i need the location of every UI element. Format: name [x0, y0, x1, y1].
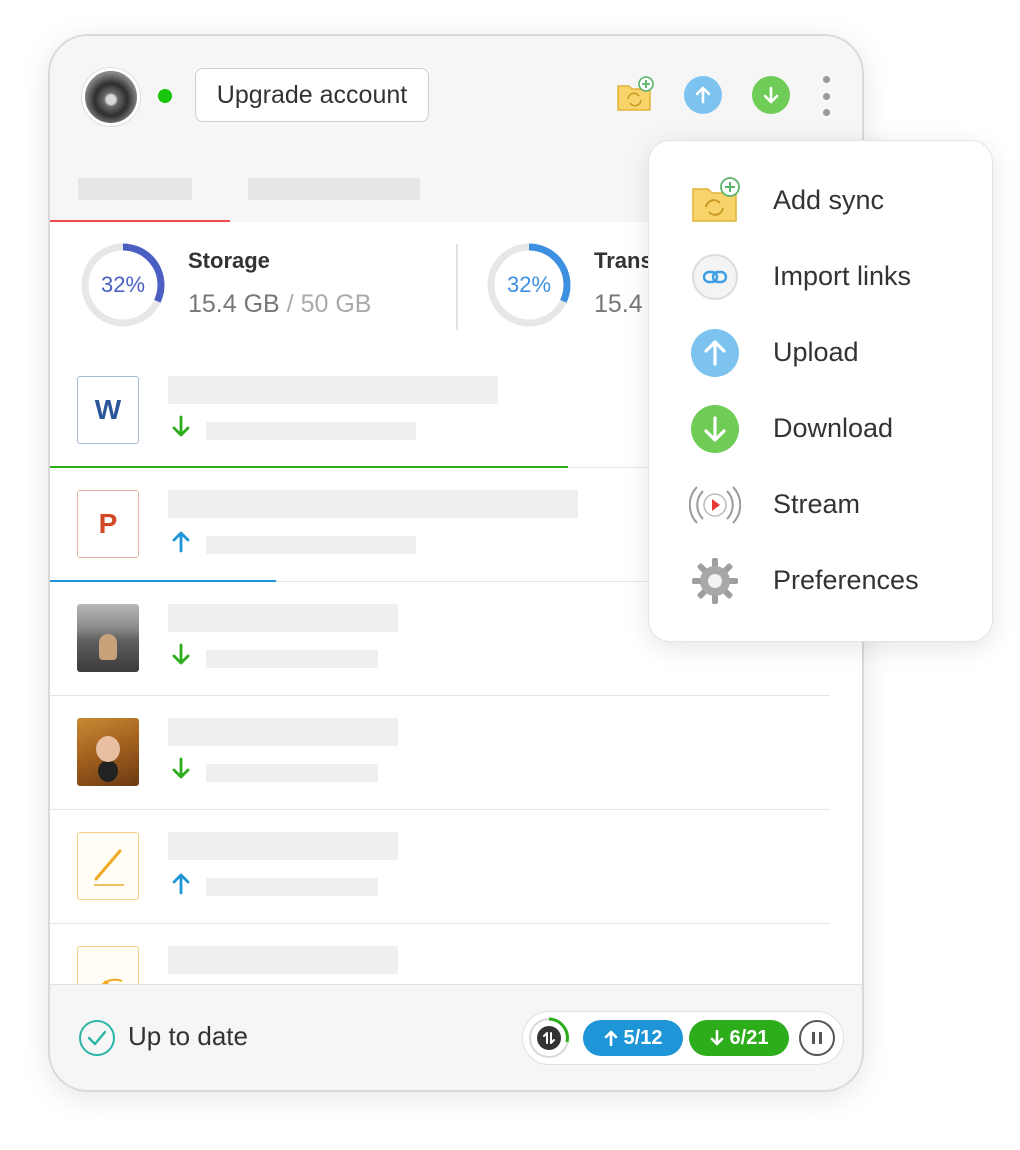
download-arrow-icon — [172, 643, 190, 665]
transfer-row[interactable] — [50, 810, 830, 924]
storage-percent: 32% — [100, 272, 146, 297]
tab-second[interactable] — [248, 178, 420, 200]
upload-count: 5/12 — [623, 1026, 663, 1049]
file-name-placeholder — [168, 604, 398, 632]
transfer-title: Trans — [594, 248, 653, 273]
file-name-placeholder — [168, 490, 578, 518]
file-details-placeholder — [206, 536, 416, 554]
photo-thumbnail — [77, 718, 139, 786]
pencil-doc-icon — [77, 832, 139, 900]
menu-item-stream[interactable]: Stream — [649, 473, 992, 537]
storage-used: 15.4 GB — [188, 290, 280, 318]
menu-item-download[interactable]: Download — [649, 397, 992, 461]
transfer-value: 15.4 — [594, 290, 643, 318]
more-options-icon[interactable] — [820, 76, 832, 116]
download-arrow-icon — [172, 757, 190, 779]
transfer-status-pill: 5/12 6/21 — [522, 1011, 844, 1065]
gear-icon — [692, 558, 738, 604]
vector-doc-icon — [77, 946, 139, 984]
storage-title: Storage — [188, 248, 270, 273]
word-doc-icon: W — [77, 376, 139, 444]
download-icon — [691, 405, 739, 453]
tab-first[interactable] — [78, 178, 192, 200]
menu-label: Stream — [773, 489, 861, 519]
menu-item-import-links[interactable]: Import links — [649, 245, 992, 309]
storage-value: 15.4 GB / 50 GB — [188, 290, 371, 319]
file-details-placeholder — [206, 878, 378, 896]
powerpoint-doc-icon: P — [77, 490, 139, 558]
options-menu: Add sync Import links Upload Download St… — [648, 140, 993, 642]
upload-arrow-icon — [172, 873, 190, 895]
storage-separator: / — [286, 290, 294, 318]
download-icon[interactable] — [752, 76, 790, 114]
photo-thumbnail — [77, 604, 139, 672]
transfer-percent: 32% — [506, 272, 552, 297]
upload-icon[interactable] — [684, 76, 722, 114]
transfer-row[interactable] — [50, 924, 830, 984]
add-sync-folder-icon[interactable] — [616, 76, 654, 114]
file-name-placeholder — [168, 718, 398, 746]
check-circle-icon — [79, 1020, 115, 1056]
upload-arrow-icon — [604, 1030, 617, 1046]
file-name-placeholder — [168, 376, 498, 404]
menu-item-upload[interactable]: Upload — [649, 321, 992, 385]
link-icon — [692, 254, 738, 300]
header: Upgrade account — [50, 36, 862, 156]
file-details-placeholder — [206, 650, 378, 668]
upload-icon — [691, 329, 739, 377]
status-footer: Up to date 5/12 6/21 — [50, 984, 862, 1090]
file-details-placeholder — [206, 422, 416, 440]
add-sync-folder-icon — [692, 177, 740, 222]
menu-label: Upload — [773, 337, 859, 367]
file-name-placeholder — [168, 832, 398, 860]
file-details-placeholder — [206, 764, 378, 782]
upload-arrow-icon — [172, 531, 190, 553]
upload-count-badge[interactable]: 5/12 — [583, 1020, 683, 1056]
menu-item-preferences[interactable]: Preferences — [649, 549, 992, 613]
download-arrow-icon — [710, 1030, 723, 1046]
download-arrow-icon — [172, 415, 190, 437]
pause-icon[interactable] — [799, 1020, 835, 1056]
menu-label: Add sync — [773, 185, 885, 215]
sync-activity-icon[interactable] — [527, 1016, 571, 1060]
file-name-placeholder — [168, 946, 398, 974]
download-count: 6/21 — [729, 1026, 769, 1049]
avatar[interactable] — [82, 68, 140, 126]
upgrade-account-button[interactable]: Upgrade account — [195, 68, 429, 122]
stream-icon — [689, 486, 741, 524]
transfer-row[interactable] — [50, 696, 830, 810]
stats-divider — [456, 244, 458, 330]
menu-item-add-sync[interactable]: Add sync — [649, 169, 992, 233]
menu-label: Download — [773, 413, 894, 443]
menu-label: Preferences — [773, 565, 919, 595]
storage-total: 50 GB — [300, 290, 372, 318]
download-count-badge[interactable]: 6/21 — [689, 1020, 789, 1056]
online-status-dot — [158, 89, 172, 103]
sync-status-text: Up to date — [128, 1021, 248, 1051]
menu-label: Import links — [773, 261, 912, 291]
